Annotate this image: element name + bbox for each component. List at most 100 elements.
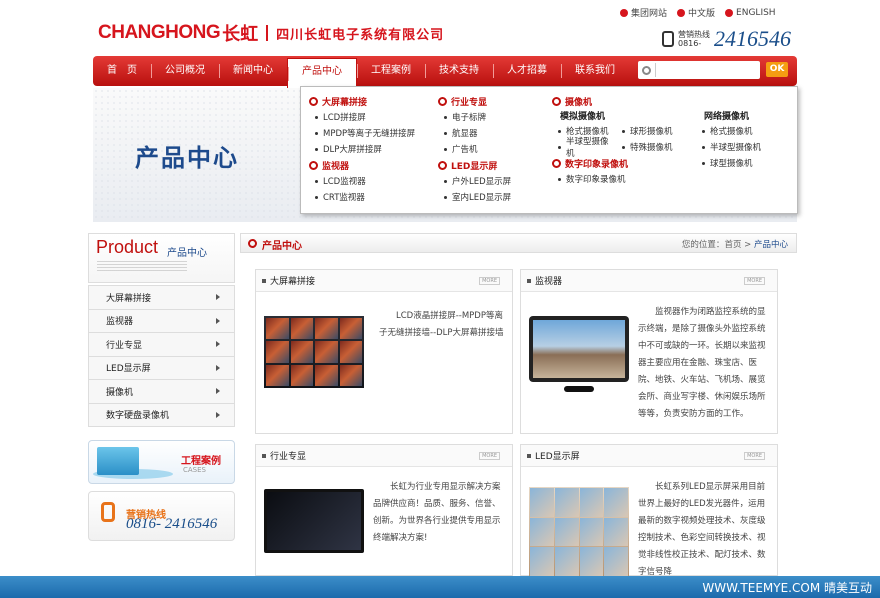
dropdown-item[interactable]: CRT监视器 xyxy=(309,189,415,205)
more-button[interactable]: MORE xyxy=(479,452,500,460)
circle-icon xyxy=(309,96,318,106)
hotline-area-code: 0816- xyxy=(678,39,702,48)
dropdown-heading[interactable]: LED显示屏 xyxy=(438,157,511,173)
products-dropdown: 大屏幕拼接 LCD拼接屏 MPDP等离子无缝拼接屏 DLP大屏拼接屏 监视器 L… xyxy=(300,86,798,214)
nav-home[interactable]: 首 页 xyxy=(93,56,151,86)
dropdown-item[interactable]: 半球型摄像机 xyxy=(696,139,761,155)
led-wall-image[interactable] xyxy=(529,487,629,577)
cases-banner[interactable]: 工程案例 CASES xyxy=(88,440,235,484)
sidebar-title-en: Product xyxy=(96,237,159,257)
hotline: 营销热线 0816- 2416546 xyxy=(662,26,791,52)
top-links: 集团网站 中文版 ENGLISH xyxy=(620,6,776,19)
content-header: 产品中心 您的位置：首页 > 产品中心 xyxy=(240,233,797,253)
nav-news[interactable]: 新闻中心 xyxy=(219,56,287,86)
card-description: 长虹系列LED显示屏采用目前世界上最好的LED发光器件，运用最新的数字视频处理技… xyxy=(638,482,766,575)
arrow-right-icon xyxy=(216,341,220,348)
dropdown-item[interactable]: 枪式摄像机 xyxy=(696,123,761,139)
tv-image[interactable] xyxy=(264,489,364,553)
search-input[interactable] xyxy=(655,63,755,77)
dropdown-item[interactable]: 户外LED显示屏 xyxy=(438,173,511,189)
phone-icon xyxy=(662,31,674,47)
dropdown-heading[interactable]: 行业专显 xyxy=(438,93,511,109)
square-bullet-icon xyxy=(262,278,266,283)
hotline-box-number: 0816- 2416546 xyxy=(126,516,218,532)
circle-icon xyxy=(309,160,318,170)
bullet-icon xyxy=(620,8,628,17)
dropdown-item[interactable]: 数字印象录像机 xyxy=(552,171,702,187)
arrow-right-icon xyxy=(216,294,220,301)
hotline-number: 2416546 xyxy=(714,26,791,51)
logo-divider xyxy=(266,25,269,41)
circle-icon xyxy=(438,160,447,170)
nav-cases[interactable]: 工程案例 xyxy=(357,56,425,86)
card-description: LCD液晶拼接屏--MPDP等离子无缝拼接墙--DLP大屏幕拼接墙 xyxy=(379,311,504,338)
sidebar-item-monitor[interactable]: 监视器 xyxy=(89,308,234,332)
monitor-image[interactable] xyxy=(529,316,629,392)
nav-products[interactable]: 产品中心 xyxy=(287,58,357,88)
search-icon xyxy=(642,65,651,75)
card-title[interactable]: LED显示屏 xyxy=(535,449,580,462)
dropdown-item[interactable]: 广告机 xyxy=(438,141,511,157)
card-title[interactable]: 监视器 xyxy=(535,274,562,287)
dropdown-subheading: 模拟摄像机 xyxy=(560,112,606,122)
hotline-box: 营销热线 0816- 2416546 xyxy=(88,491,235,541)
dropdown-subheading: 网络摄像机 xyxy=(704,112,750,122)
card-description: 监视器作为闭路监控系统的显示终端，是除了摄像头外监控系统中不可或缺的一环。长期以… xyxy=(638,307,766,419)
sidebar-title-cn: 产品中心 xyxy=(167,248,207,259)
dropdown-item[interactable]: LCD拼接屏 xyxy=(309,109,415,125)
logo[interactable]: CHANGHONG 长虹 四川长虹电子系统有限公司 xyxy=(98,22,444,45)
dropdown-heading[interactable]: 数字印象录像机 xyxy=(552,155,702,171)
breadcrumb: 您的位置：首页 > 产品中心 xyxy=(681,240,788,250)
dropdown-item[interactable]: 电子标牌 xyxy=(438,109,511,125)
nav-contact[interactable]: 联系我们 xyxy=(561,56,629,86)
circle-icon xyxy=(438,96,447,106)
banner-title: 产品中心 xyxy=(135,144,239,172)
bullet-icon xyxy=(725,8,734,17)
breadcrumb-current: 产品中心 xyxy=(753,240,788,250)
sidebar-item-video-wall[interactable]: 大屏幕拼接 xyxy=(89,285,234,309)
video-wall-image[interactable] xyxy=(264,316,364,388)
dropdown-item[interactable]: 特殊摄像机 xyxy=(616,139,696,155)
nav-jobs[interactable]: 人才招募 xyxy=(493,56,561,86)
dropdown-item[interactable]: MPDP等离子无缝拼接屏 xyxy=(309,125,415,141)
square-bullet-icon xyxy=(262,453,266,458)
hotline-label: 营销热线 xyxy=(678,30,710,39)
nav-about[interactable]: 公司概况 xyxy=(151,56,219,86)
more-button[interactable]: MORE xyxy=(479,277,500,285)
nav-support[interactable]: 技术支持 xyxy=(425,56,493,86)
more-button[interactable]: MORE xyxy=(744,452,765,460)
arrow-right-icon xyxy=(216,364,220,371)
card-title[interactable]: 行业专显 xyxy=(270,449,306,462)
dropdown-item[interactable]: LCD监视器 xyxy=(309,173,415,189)
sidebar-item-industry-display[interactable]: 行业专显 xyxy=(89,332,234,356)
square-bullet-icon xyxy=(527,278,531,283)
content-title: 产品中心 xyxy=(262,241,302,252)
search-box xyxy=(638,61,760,79)
circle-icon xyxy=(552,96,561,106)
dropdown-item[interactable]: 室内LED显示屏 xyxy=(438,189,511,205)
dropdown-heading[interactable]: 大屏幕拼接 xyxy=(309,93,415,109)
dropdown-heading[interactable]: 监视器 xyxy=(309,157,415,173)
cases-subtitle: CASES xyxy=(183,466,206,474)
card-description: 长虹为行业专用显示解决方案品牌供应商！品质、服务、信誉、创新。为世界各行业提供专… xyxy=(373,482,501,543)
sidebar-item-led[interactable]: LED显示屏 xyxy=(89,355,234,379)
card-title[interactable]: 大屏幕拼接 xyxy=(270,274,315,287)
search-ok-button[interactable]: OK xyxy=(766,62,788,77)
square-bullet-icon xyxy=(527,453,531,458)
dropdown-item[interactable]: 球形摄像机 xyxy=(616,123,696,139)
dropdown-item[interactable]: 半球型摄像机 xyxy=(552,137,616,159)
sidebar-item-camera[interactable]: 摄像机 xyxy=(89,379,234,403)
breadcrumb-home[interactable]: 首页 xyxy=(724,240,741,250)
more-button[interactable]: MORE xyxy=(744,277,765,285)
english-link[interactable]: ENGLISH xyxy=(725,6,776,19)
product-card-video-wall: 大屏幕拼接 MORE LCD液晶拼接屏--MPDP等离子无缝拼接墙--DLP大屏幕… xyxy=(255,269,513,434)
sidebar-item-dvr[interactable]: 数字硬盘录像机 xyxy=(89,402,234,426)
group-site-link[interactable]: 集团网站 xyxy=(620,6,667,19)
dropdown-item[interactable]: 球型摄像机 xyxy=(696,155,761,171)
monitor-icon xyxy=(97,447,139,475)
dropdown-item[interactable]: DLP大屏拼接屏 xyxy=(309,141,415,157)
dropdown-item[interactable]: 航显器 xyxy=(438,125,511,141)
chinese-version-link[interactable]: 中文版 xyxy=(677,6,715,19)
dropdown-heading[interactable]: 摄像机 xyxy=(552,93,702,109)
brand-name-cn: 长虹 xyxy=(222,24,259,45)
